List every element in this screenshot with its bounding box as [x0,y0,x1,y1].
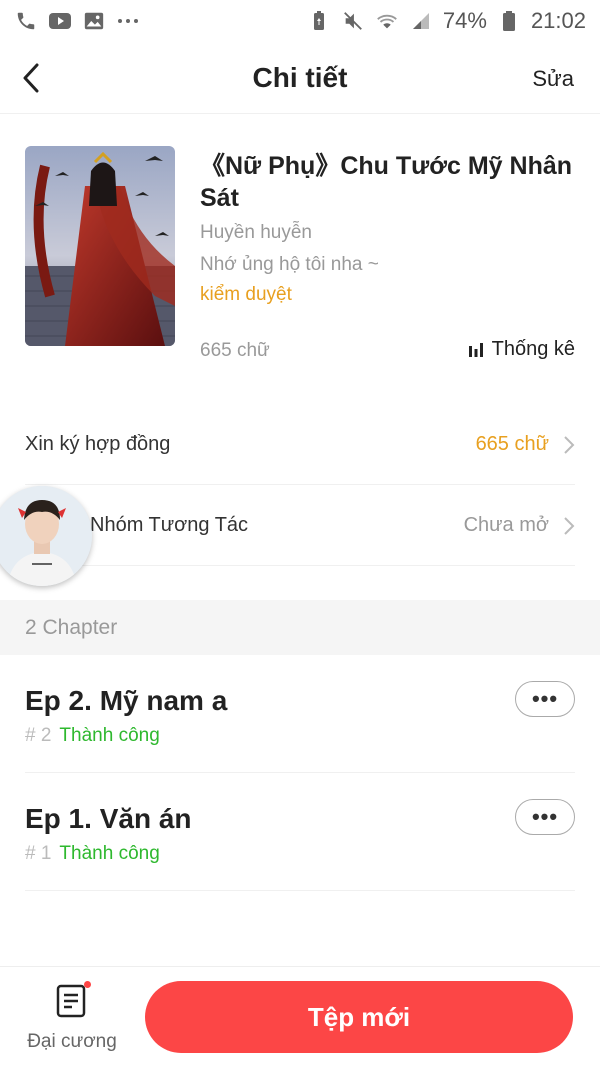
group-value: Chưa mở [463,514,549,536]
review-status: kiểm duyệt [200,284,292,305]
image-icon [82,9,106,33]
chevron-right-icon [564,435,575,454]
chapter-status: Thành công [59,725,160,746]
wifi-icon [375,9,399,33]
youtube-icon [48,9,72,33]
chapter-title: Ep 1. Văn án [25,803,192,834]
stats-button[interactable]: Thống kê [468,338,575,361]
edit-button[interactable]: Sửa [532,66,574,92]
chapter-count-header: 2 Chapter [0,600,600,655]
avatar[interactable] [0,486,92,586]
book-description: Nhớ ủng hộ tôi nha ~ [200,254,379,275]
new-file-button[interactable]: Tệp mới [145,981,573,1053]
interaction-group-row[interactable]: Nhóm Tương Tác Chưa mở [25,486,575,566]
status-left [14,9,140,33]
battery-icon [497,9,521,33]
chapter-item[interactable]: Ep 1. Văn án # 1 Thành công ••• [25,773,575,891]
group-right: Chưa mở [464,514,575,537]
contract-label: Xin ký hợp đồng [25,433,171,455]
chapter-title: Ep 2. Mỹ nam a [25,685,228,716]
book-genre: Huyền huyễn [200,222,312,243]
chapter-number: # 1 [25,843,52,864]
book-title: 《Nữ Phụ》Chu Tước Mỹ Nhân Sát [200,152,573,212]
chapter-meta: # 2 Thành công [25,725,160,747]
contract-value: 665 chữ [475,433,549,455]
signal-icon [409,9,433,33]
chapter-status: Thành công [59,843,160,864]
more-dots-icon [116,9,140,33]
header: Chi tiết Sửa [0,42,600,114]
chapter-more-button[interactable]: ••• [515,681,575,717]
book-cover[interactable] [25,146,175,346]
bottom-bar: Đại cương Tệp mới [0,966,600,1067]
mute-icon [341,9,365,33]
chevron-right-icon [564,516,575,535]
status-bar: 74% 21:02 [0,0,600,42]
chapter-more-button[interactable]: ••• [515,799,575,835]
outline-label: Đại cương [27,1031,117,1052]
contract-row[interactable]: Xin ký hợp đồng 665 chữ [25,405,575,485]
battery-level: 74% [442,8,487,33]
chapter-meta: # 1 Thành công [25,843,160,865]
chapter-number: # 2 [25,725,52,746]
phone-icon [14,9,38,33]
chapter-item[interactable]: Ep 2. Mỹ nam a # 2 Thành công ••• [25,655,575,773]
outline-button[interactable]: Đại cương [22,981,122,1053]
bar-chart-icon [468,342,483,357]
stats-label: Thống kê [491,338,575,360]
contract-right: 665 chữ [476,433,575,456]
outline-icon [55,981,91,1019]
word-count: 665 chữ [200,340,270,361]
notification-dot [84,981,91,988]
page-title: Chi tiết [252,62,348,93]
clock: 21:02 [530,8,586,33]
status-right: 74% 21:02 [307,8,586,34]
battery-saver-icon [307,9,331,33]
